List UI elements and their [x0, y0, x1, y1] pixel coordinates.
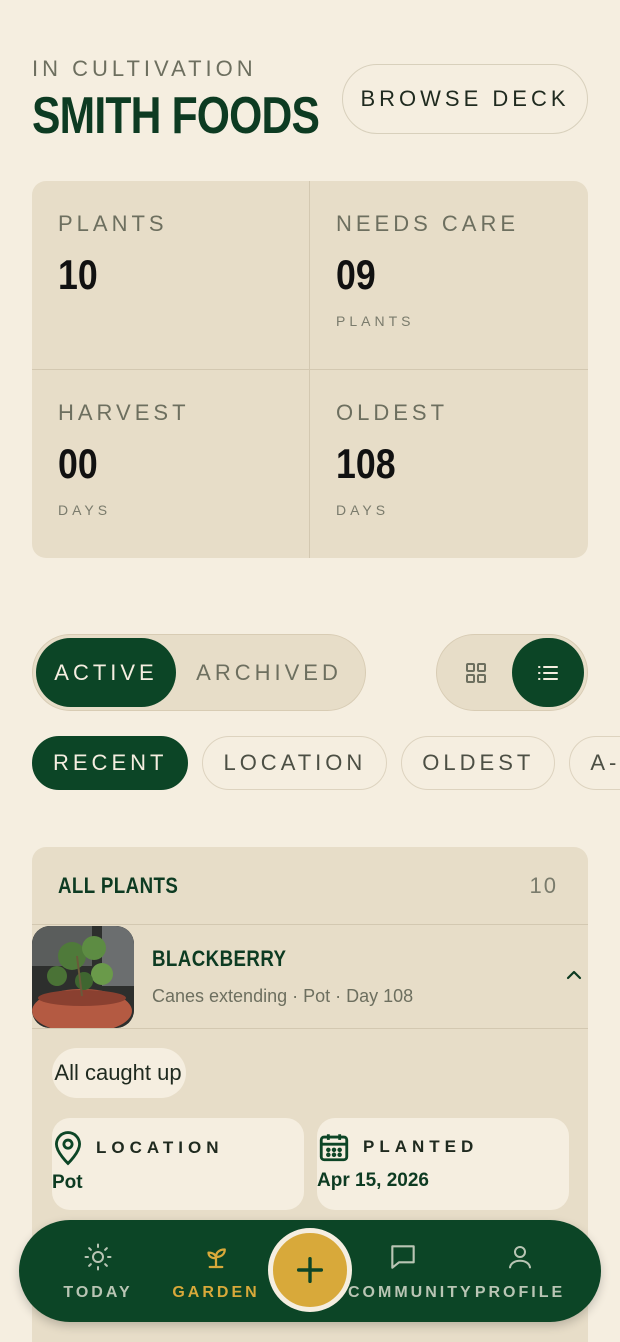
- stat-oldest: OLDEST 108 DAYS: [310, 370, 588, 559]
- stat-label: NEEDS CARE: [336, 211, 520, 236]
- sprout-icon: [207, 1248, 226, 1269]
- user-icon: [509, 1246, 531, 1269]
- header: IN CULTIVATION SMITH FOODS BROWSE DECK: [32, 56, 588, 146]
- nav-garden-label: GARDEN: [172, 1284, 260, 1301]
- list-icon: [538, 665, 558, 680]
- location-head: LOCATION: [52, 1130, 304, 1166]
- nav-profile-label: PROFILE: [474, 1284, 566, 1301]
- status-toggle: ACTIVE ARCHIVED: [32, 634, 366, 711]
- browse-deck-button[interactable]: BROWSE DECK: [342, 64, 588, 134]
- stat-plants: PLANTS 10: [32, 181, 310, 370]
- nav-today[interactable]: TODAY: [43, 1240, 153, 1302]
- list-view-button[interactable]: [512, 638, 584, 707]
- planted-head: PLANTED: [317, 1130, 569, 1164]
- stat-label: PLANTS: [58, 211, 168, 236]
- nav-profile[interactable]: PROFILE: [465, 1240, 575, 1302]
- calendar-icon: [319, 1134, 349, 1162]
- stat-needs-care: NEEDS CARE 09 PLANTS: [310, 181, 588, 370]
- location-value: Pot: [52, 1172, 83, 1193]
- stat-unit: DAYS: [336, 501, 390, 518]
- stats-grid: PLANTS 10 NEEDS CARE 09 PLANTS HARVEST 0…: [32, 181, 588, 558]
- chip-recent[interactable]: RECENT: [32, 736, 189, 790]
- stat-harvest: HARVEST 00 DAYS: [32, 369, 310, 558]
- chat-icon: [391, 1245, 415, 1269]
- plant-info: BLACKBERRY Canes extending · Pot · Day 1…: [152, 946, 413, 1007]
- planted-label: PLANTED: [363, 1137, 479, 1156]
- plant-name: BLACKBERRY: [152, 946, 287, 971]
- stat-value: 108: [336, 439, 396, 487]
- stat-value: 09: [336, 251, 376, 298]
- nav-community[interactable]: COMMUNITY: [348, 1240, 474, 1302]
- stat-label: OLDEST: [336, 399, 449, 425]
- location-label: LOCATION: [96, 1138, 224, 1157]
- active-tab[interactable]: ACTIVE: [36, 638, 176, 707]
- plants-title: ALL PLANTS: [58, 872, 179, 898]
- stat-value: 00: [58, 439, 98, 487]
- plant-meta: Canes extending · Pot · Day 108: [152, 986, 414, 1006]
- stat-unit: PLANTS: [336, 313, 415, 329]
- stat-label: HARVEST: [58, 399, 190, 425]
- chip-a-z[interactable]: A-Z: [569, 736, 620, 790]
- add-plant-button[interactable]: [268, 1228, 352, 1312]
- status-badge: All caught up: [52, 1048, 186, 1098]
- sort-chips: RECENT LOCATION OLDEST A-Z: [32, 736, 620, 792]
- sun-icon: [84, 1243, 112, 1271]
- chip-oldest[interactable]: OLDEST: [401, 736, 556, 790]
- planted-value: Apr 15, 2026: [317, 1170, 429, 1191]
- stat-unit: DAYS: [58, 501, 112, 518]
- grid-view-button[interactable]: [440, 638, 512, 707]
- map-pin-icon: [55, 1131, 81, 1166]
- archived-tab[interactable]: ARCHIVED: [176, 638, 362, 707]
- location-card: LOCATION Pot: [52, 1118, 304, 1210]
- view-toggle: [436, 634, 588, 711]
- nav-garden[interactable]: GARDEN: [161, 1240, 271, 1302]
- chevron-up-icon[interactable]: [562, 963, 586, 987]
- plant-row[interactable]: BLACKBERRY Canes extending · Pot · Day 1…: [32, 925, 588, 1029]
- bottom-nav: TODAY GARDEN COMMUNITY PROFILE: [19, 1220, 601, 1322]
- nav-today-label: TODAY: [63, 1284, 133, 1301]
- grid-icon: [466, 662, 486, 683]
- plants-header: ALL PLANTS 10: [32, 847, 588, 925]
- chip-location[interactable]: LOCATION: [202, 736, 388, 790]
- plant-photo: [32, 925, 134, 1028]
- nav-community-label: COMMUNITY: [348, 1284, 474, 1301]
- plants-count: 10: [529, 872, 558, 898]
- stat-value: 10: [58, 251, 98, 298]
- planted-card: PLANTED Apr 15, 2026: [317, 1118, 569, 1210]
- plus-icon: [296, 1256, 324, 1284]
